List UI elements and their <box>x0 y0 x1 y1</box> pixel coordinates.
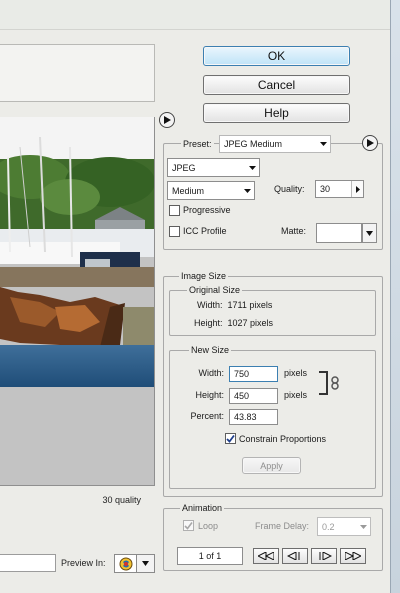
height-input[interactable]: 450 <box>229 388 278 404</box>
new-size-label: New Size <box>189 345 232 355</box>
frame-delay-label: Frame Delay: <box>255 521 310 531</box>
frame-delay-value: 0.2 <box>322 521 335 532</box>
loop-checkbox[interactable] <box>183 520 194 531</box>
quality-value: 30 <box>320 184 331 194</box>
preview-in-browser-button[interactable] <box>114 554 155 573</box>
percent-label: Percent: <box>190 411 224 421</box>
percent-input[interactable]: 43.83 <box>229 409 278 425</box>
quality-slider-arrow-icon[interactable] <box>351 181 363 197</box>
settings-menu-arrow-icon[interactable] <box>362 135 378 151</box>
next-frame-button[interactable] <box>311 548 337 564</box>
height-unit-label: pixels <box>284 390 308 400</box>
chevron-down-icon <box>317 136 330 152</box>
preview-title-area <box>0 44 155 102</box>
compression-quality-dropdown[interactable]: Medium <box>167 181 255 200</box>
chevron-down-icon <box>357 518 370 535</box>
preview-in-label: Preview In: <box>61 558 106 568</box>
original-size-label: Original Size <box>187 285 243 295</box>
compression-value: Medium <box>172 185 205 196</box>
first-frame-button[interactable] <box>253 548 279 564</box>
quality-input[interactable]: 30 <box>315 180 364 198</box>
first-frame-icon <box>258 552 274 560</box>
previous-frame-button[interactable] <box>282 548 308 564</box>
frame-delay-dropdown[interactable]: 0.2 <box>317 517 371 536</box>
last-frame-icon <box>345 552 361 560</box>
chain-link-icon <box>331 376 339 392</box>
file-format-dropdown[interactable]: JPEG <box>167 158 260 177</box>
preset-dropdown[interactable]: JPEG Medium <box>219 135 331 153</box>
preset-value: JPEG Medium <box>224 139 283 149</box>
image-size-label: Image Size <box>179 271 229 281</box>
width-input[interactable]: 750 <box>229 366 278 382</box>
height-label: Height: <box>195 390 224 400</box>
animation-label: Animation <box>180 503 225 513</box>
previous-frame-icon <box>287 552 300 560</box>
matte-dropdown-arrow-icon[interactable] <box>362 223 377 243</box>
dialog-top-strip <box>0 0 400 30</box>
chevron-down-icon <box>241 182 254 199</box>
width-value: 750 <box>234 369 250 379</box>
help-button[interactable]: Help <box>203 103 350 123</box>
chevron-down-icon <box>246 159 259 176</box>
preview-menu-arrow-icon[interactable] <box>159 112 175 128</box>
matte-color-swatch[interactable] <box>316 223 362 243</box>
browser-globe-icon <box>115 555 136 572</box>
percent-value: 43.83 <box>234 412 257 422</box>
next-frame-icon <box>319 552 332 560</box>
loop-label: Loop <box>198 521 219 531</box>
chevron-down-icon[interactable] <box>136 555 154 572</box>
checkmark-icon <box>226 434 235 443</box>
quality-status-text: 30 quality <box>102 495 141 505</box>
cancel-button[interactable]: Cancel <box>203 75 350 95</box>
original-size-group <box>169 290 376 336</box>
progressive-label: Progressive <box>183 205 231 215</box>
window-edge <box>390 0 400 593</box>
preview-image <box>0 117 154 387</box>
link-bracket <box>319 371 328 395</box>
constrain-proportions-label: Constrain Proportions <box>239 434 327 444</box>
icc-profile-checkbox[interactable] <box>169 226 180 237</box>
height-value: 450 <box>234 391 250 401</box>
width-unit-label: pixels <box>284 368 308 378</box>
frame-counter: 1 of 1 <box>177 547 243 565</box>
last-frame-button[interactable] <box>340 548 366 564</box>
original-height-text: Height: 1027 pixels <box>194 318 274 328</box>
constrain-proportions-checkbox[interactable] <box>225 433 236 444</box>
preset-label: Preset: <box>181 139 214 149</box>
matte-label: Matte: <box>281 226 307 236</box>
progressive-checkbox[interactable] <box>169 205 180 216</box>
preview-status-bar: 30 quality <box>0 486 155 514</box>
zoom-field[interactable] <box>0 554 56 572</box>
apply-button[interactable]: Apply <box>242 457 301 474</box>
file-format-value: JPEG <box>172 162 196 173</box>
ok-button[interactable]: OK <box>203 46 350 66</box>
original-width-text: Width: 1711 pixels <box>197 300 273 310</box>
width-label: Width: <box>198 368 224 378</box>
quality-label: Quality: <box>274 184 305 194</box>
checkmark-icon <box>184 522 193 530</box>
icc-profile-label: ICC Profile <box>183 226 227 236</box>
boat-photo <box>0 117 154 387</box>
